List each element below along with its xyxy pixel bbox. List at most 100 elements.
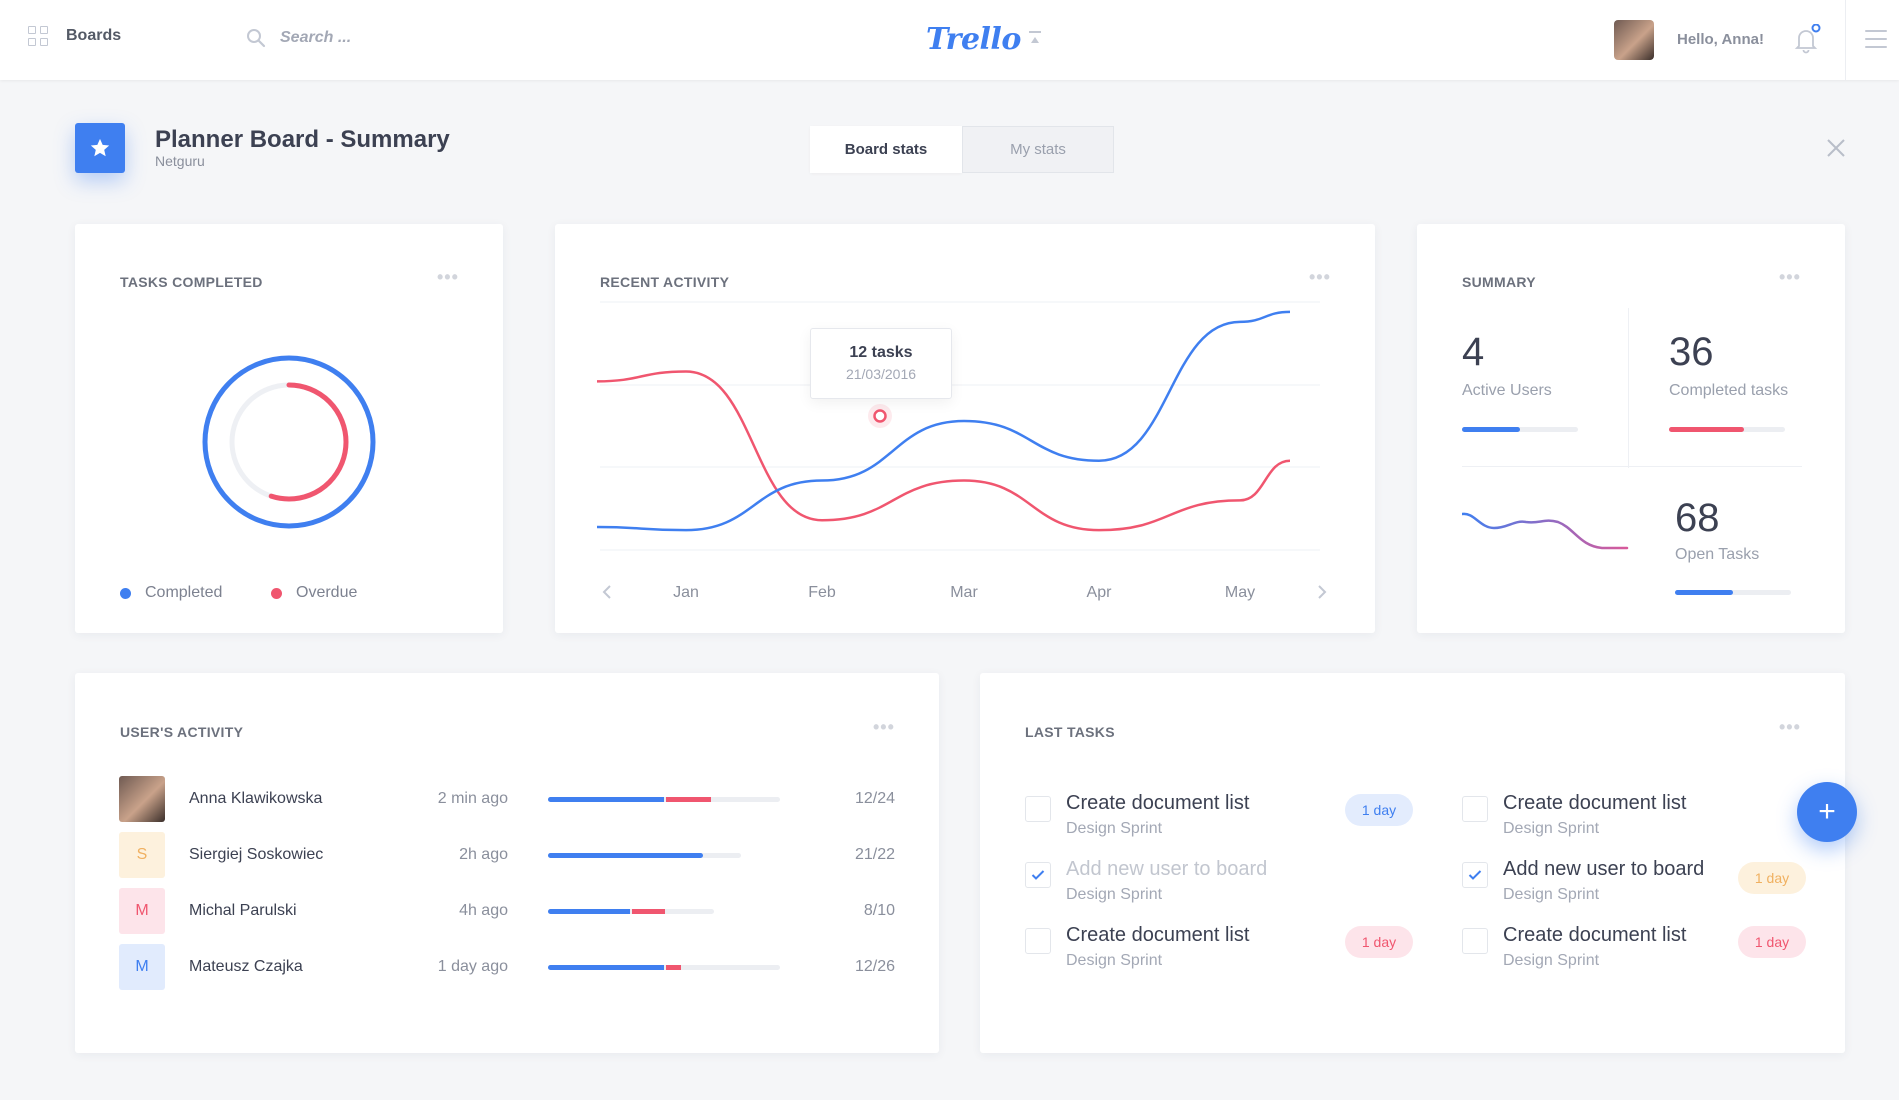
summary-card: SUMMARY ••• 4 Active Users 36 Completed … — [1417, 224, 1845, 633]
task-checkbox[interactable] — [1462, 796, 1488, 822]
x-tick-label: May — [1224, 584, 1256, 601]
task-item[interactable]: Create document list Design Sprint 1 day — [1025, 792, 1445, 846]
task-item[interactable]: Create document list Design Sprint 1 day — [1462, 924, 1882, 978]
avatar: M — [119, 944, 165, 990]
task-title: Add new user to board — [1066, 858, 1268, 880]
task-title: Create document list — [1066, 792, 1250, 814]
greeting: Hello, Anna! — [1677, 31, 1764, 48]
more-options-icon[interactable]: ••• — [1779, 718, 1801, 736]
more-options-icon[interactable]: ••• — [873, 718, 895, 736]
task-item[interactable]: Create document list Design Sprint 1 day — [1025, 924, 1445, 978]
data-point-red[interactable] — [873, 409, 887, 423]
task-subtitle: Design Sprint — [1503, 820, 1600, 837]
vertical-divider — [1628, 308, 1629, 468]
due-badge: 1 day — [1345, 794, 1413, 826]
more-options-icon[interactable]: ••• — [437, 268, 459, 286]
user-time: 4h ago — [459, 902, 508, 919]
task-checkbox[interactable] — [1462, 862, 1488, 888]
user-row[interactable]: Anna Klawikowska 2 min ago 12/24 — [119, 776, 899, 822]
avatar — [119, 776, 165, 822]
x-tick-label: Jan — [673, 584, 699, 601]
boards-button[interactable]: Boards — [28, 26, 121, 46]
active-users-value: 4 — [1462, 330, 1485, 374]
tab-my-stats[interactable]: My stats — [962, 126, 1114, 173]
card-title: LAST TASKS — [1025, 724, 1115, 740]
top-bar: Boards Search ... Trello Hello, Anna! — [0, 0, 1899, 80]
search-icon — [247, 29, 266, 48]
activity-bar — [548, 909, 714, 914]
legend-label: Overdue — [296, 584, 358, 601]
task-title: Create document list — [1503, 792, 1687, 814]
board-star-icon[interactable] — [75, 123, 125, 173]
user-row[interactable]: S Siergiej Soskowiec 2h ago 21/22 — [119, 832, 899, 878]
chart-tooltip: 12 tasks 21/03/2016 — [810, 328, 952, 399]
task-title: Create document list — [1066, 924, 1250, 946]
user-name: Siergiej Soskowiec — [189, 846, 324, 863]
tab-board-stats[interactable]: Board stats — [810, 126, 962, 173]
activity-chart — [596, 301, 1327, 599]
user-avatar[interactable] — [1614, 20, 1654, 60]
chevron-left-icon[interactable] — [602, 585, 611, 599]
completed-tasks-label: Completed tasks — [1669, 382, 1789, 399]
due-badge: 1 day — [1738, 926, 1806, 958]
task-title: Create document list — [1503, 924, 1687, 946]
grid-icon — [28, 26, 48, 46]
open-tasks-bar-fill — [1675, 590, 1733, 595]
activity-bar-red — [666, 965, 681, 970]
activity-bar-blue — [548, 909, 630, 914]
task-subtitle: Design Sprint — [1503, 952, 1600, 969]
avatar: M — [119, 888, 165, 934]
close-icon[interactable] — [1826, 138, 1846, 158]
activity-bar — [548, 853, 741, 858]
bell-icon[interactable] — [1794, 24, 1822, 54]
task-subtitle: Design Sprint — [1066, 886, 1163, 903]
task-item[interactable]: Add new user to board Design Sprint 1 da… — [1462, 858, 1882, 912]
legend-dot — [120, 587, 131, 599]
task-checkbox[interactable] — [1462, 928, 1488, 954]
check-icon — [1031, 870, 1045, 880]
user-name: Michal Parulski — [189, 902, 297, 919]
user-score: 12/24 — [854, 790, 895, 807]
x-tick-label: Mar — [950, 584, 978, 601]
avatar: S — [119, 832, 165, 878]
menu-icon[interactable] — [1865, 30, 1887, 54]
activity-bar-blue — [548, 853, 703, 858]
user-name: Mateusz Czajka — [189, 958, 303, 975]
divider — [1845, 0, 1846, 80]
check-icon — [1468, 870, 1482, 880]
task-subtitle: Design Sprint — [1066, 952, 1163, 969]
task-checkbox[interactable] — [1025, 796, 1051, 822]
user-time: 2h ago — [459, 846, 508, 863]
add-task-button[interactable]: + — [1797, 782, 1857, 842]
tooltip-date: 21/03/2016 — [845, 366, 917, 382]
task-subtitle: Design Sprint — [1503, 886, 1600, 903]
collapse-icon[interactable] — [1028, 30, 1042, 46]
completed-tasks-bar — [1669, 427, 1785, 432]
chevron-right-icon[interactable] — [1318, 585, 1327, 599]
search-input[interactable]: Search ... — [280, 29, 351, 47]
activity-bar — [548, 965, 780, 970]
user-row[interactable]: M Mateusz Czajka 1 day ago 12/26 — [119, 944, 899, 990]
trello-logo[interactable]: Trello — [926, 22, 1021, 57]
due-badge: 1 day — [1345, 926, 1413, 958]
due-badge: 1 day — [1738, 862, 1806, 894]
completed-tasks-value: 36 — [1669, 330, 1714, 374]
activity-bar — [548, 797, 780, 802]
more-options-icon[interactable]: ••• — [1779, 268, 1801, 286]
completed-tasks-bar-fill — [1669, 427, 1745, 432]
task-checkbox[interactable] — [1025, 928, 1051, 954]
user-time: 2 min ago — [437, 790, 508, 807]
search-field[interactable]: Search ... — [246, 28, 351, 48]
legend-overdue: Overdue — [271, 584, 357, 602]
boards-label: Boards — [66, 27, 122, 44]
tasks-completed-card: TASKS COMPLETED ••• Completed Overdue — [75, 224, 503, 633]
user-name: Anna Klawikowska — [189, 790, 323, 807]
card-title: TASKS COMPLETED — [120, 274, 263, 290]
task-item[interactable]: Add new user to board Design Sprint — [1025, 858, 1445, 912]
active-users-bar — [1462, 427, 1578, 432]
page-subtitle: Netguru — [155, 153, 205, 169]
user-row[interactable]: M Michal Parulski 4h ago 8/10 — [119, 888, 899, 934]
user-score: 12/26 — [854, 958, 895, 975]
task-checkbox[interactable] — [1025, 862, 1051, 888]
legend-dot — [271, 587, 282, 599]
